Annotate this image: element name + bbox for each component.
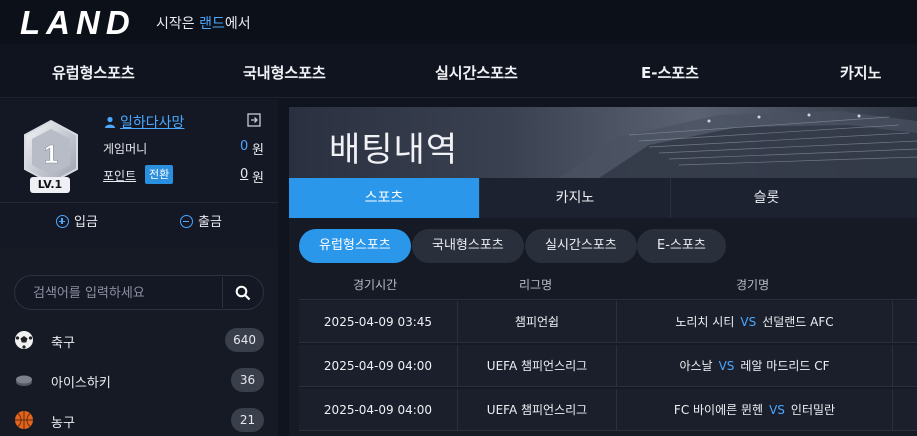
match-time: 2025-04-09 04:00 [299, 345, 458, 387]
sport-count: 21 [231, 408, 264, 432]
sport-count: 36 [231, 368, 264, 392]
tab-casino[interactable]: 카지노 [480, 178, 671, 218]
logo[interactable]: LAND [20, 4, 136, 42]
user-panel: 1 LV.1 일하다사망 게임머니 0 원 포인트 전환 0 원 입금 출금 [0, 99, 278, 249]
divider [0, 202, 278, 203]
tab-slot[interactable]: 슬롯 [671, 178, 862, 218]
subtab-esports[interactable]: E-스포츠 [637, 229, 726, 263]
column-header-match: 경기명 [736, 278, 770, 292]
point-currency: 원 [252, 171, 264, 186]
logout-icon[interactable] [247, 113, 261, 127]
league-name: 챔피언쉽 [458, 301, 617, 343]
level-label: LV.1 [30, 177, 70, 193]
minus-circle-icon [180, 215, 193, 228]
hockey-puck-icon [16, 375, 32, 386]
person-icon [105, 116, 115, 128]
table-header: 경기시간 리그명 경기명 [299, 270, 917, 300]
tab-sports[interactable]: 스포츠 [289, 178, 480, 218]
banner: 배팅내역 [289, 107, 917, 178]
category-tabs: 스포츠 카지노 슬롯 [289, 178, 917, 218]
level-number: 1 [44, 139, 58, 169]
nav-live-sports[interactable]: 실시간스포츠 [435, 62, 518, 83]
subtab-domestic-sports[interactable]: 국내형스포츠 [412, 229, 524, 263]
table-row[interactable]: 2025-04-09 03:45 챔피언쉽 노리치 시티 VS 선덜랜드 AFC [299, 301, 917, 343]
match-name: FC 바이에른 뮌헨 VS 인터밀란 [617, 389, 893, 431]
sport-item-basketball[interactable]: 농구 21 [14, 408, 264, 432]
header: LAND 시작은 랜드에서 [0, 0, 917, 44]
sport-name: 아이스하키 [51, 376, 111, 391]
game-money-value: 0 [240, 139, 249, 154]
sport-name: 축구 [51, 336, 75, 351]
sport-item-soccer[interactable]: 축구 640 [14, 328, 264, 352]
username-link[interactable]: 일하다사망 [104, 112, 184, 132]
page-title: 배팅내역 [329, 130, 459, 170]
column-header-league: 리그명 [519, 278, 553, 292]
nav-european-sports[interactable]: 유럽형스포츠 [52, 62, 135, 83]
search-icon[interactable] [235, 285, 251, 301]
sport-name: 농구 [51, 416, 75, 431]
sport-item-ice-hockey[interactable]: 아이스하키 36 [14, 368, 264, 392]
match-time: 2025-04-09 04:00 [299, 389, 458, 431]
point-value: 0 [240, 167, 249, 182]
deposit-button[interactable]: 입금 [56, 211, 98, 230]
league-name: UEFA 챔피언스리그 [458, 389, 617, 431]
stadium-image [559, 111, 917, 178]
point-switch-button[interactable]: 전환 [145, 165, 174, 184]
match-time: 2025-04-09 03:45 [299, 301, 458, 343]
search-input[interactable] [33, 284, 223, 302]
game-money-label: 게임머니 [103, 142, 148, 156]
column-header-time: 경기시간 [353, 278, 398, 292]
sidebar: 1 LV.1 일하다사망 게임머니 0 원 포인트 전환 0 원 입금 출금 축… [0, 99, 278, 436]
table-row[interactable]: 2025-04-09 04:00 UEFA 챔피언스리그 FC 바이에른 뮌헨 V… [299, 389, 917, 431]
nav-casino[interactable]: 카지노 [840, 62, 881, 83]
top-nav: 유럽형스포츠 국내형스포츠 실시간스포츠 E-스포츠 카지노 [0, 44, 917, 98]
game-money-currency: 원 [252, 143, 264, 158]
point-label[interactable]: 포인트 [103, 167, 136, 184]
match-name: 노리치 시티 VS 선덜랜드 AFC [617, 301, 893, 343]
table-row[interactable]: 2025-04-09 04:00 UEFA 챔피언스리그 아스날 VS 레알 마드리… [299, 345, 917, 387]
subtab-european-sports[interactable]: 유럽형스포츠 [299, 229, 411, 263]
soccer-ball-icon [15, 331, 33, 349]
match-name: 아스날 VS 레알 마드리드 CF [617, 345, 893, 387]
basketball-icon [15, 411, 33, 429]
main-content: 배팅내역 스포츠 카지노 슬롯 유럽형스포츠 국내형스포츠 실시간스포츠 E-스… [289, 107, 917, 436]
nav-esports[interactable]: E-스포츠 [641, 62, 699, 83]
search-box [14, 275, 264, 310]
league-name: UEFA 챔피언스리그 [458, 345, 617, 387]
plus-circle-icon [56, 215, 69, 228]
withdraw-button[interactable]: 출금 [180, 211, 222, 230]
tagline: 시작은 랜드에서 [156, 16, 251, 32]
nav-domestic-sports[interactable]: 국내형스포츠 [243, 62, 326, 83]
search-separator [222, 277, 223, 308]
subtab-live-sports[interactable]: 실시간스포츠 [525, 229, 637, 263]
sport-count: 640 [225, 328, 264, 352]
